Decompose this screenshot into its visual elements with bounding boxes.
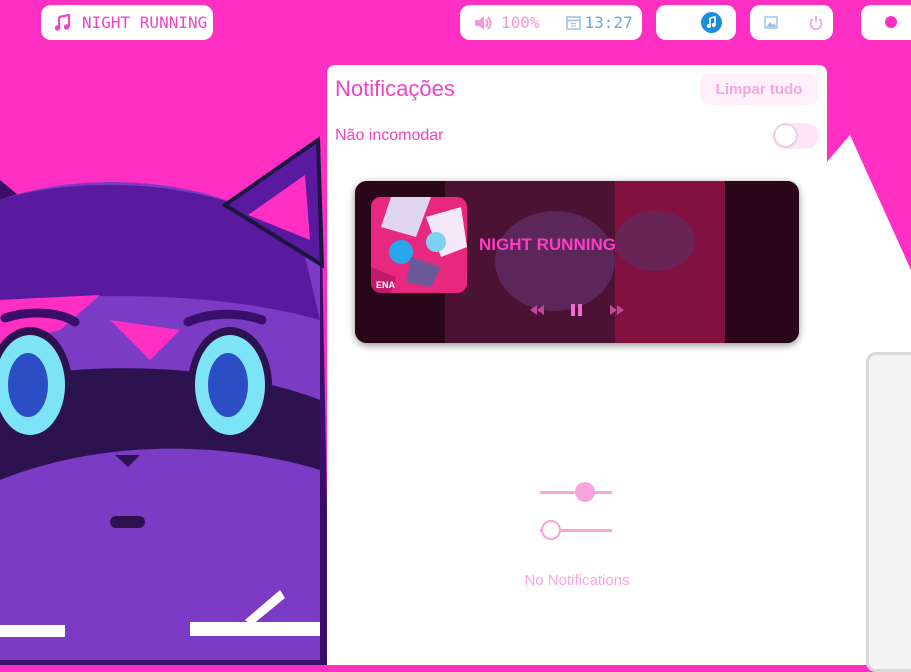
record-dot-icon [885,16,897,28]
record-pill[interactable] [861,5,911,40]
clock[interactable]: 13:27 [585,13,633,32]
actions-pill [750,5,833,40]
calendar-icon [565,15,581,30]
do-not-disturb-label: Não incomodar [335,127,444,144]
rewind-icon[interactable] [527,301,547,319]
volume-icon[interactable] [473,14,493,32]
status-pill: 100% 13:27 [460,5,642,40]
toggle-knob [775,125,796,146]
clear-all-button[interactable]: Limpar tudo [700,74,818,105]
empty-state-label: No Notifications [524,572,630,589]
slider-1-knob [574,482,595,502]
power-icon[interactable] [809,15,823,30]
track-title: NIGHT RUNNING [479,235,616,254]
media-player-card: ENA NIGHT RUNNING [355,181,799,343]
album-art: ENA [371,197,467,293]
slider-2-knob [540,520,561,540]
now-playing-label: NIGHT RUNNING [82,13,208,32]
music-app-icon[interactable] [701,12,722,33]
album-art-text: ENA [376,280,396,290]
do-not-disturb-toggle[interactable] [773,123,819,149]
notification-panel: Notificações Limpar tudo Não incomodar E… [327,65,827,665]
image-icon[interactable] [764,16,778,29]
empty-state-illustration [540,481,614,541]
panel-title: Notificações [335,76,455,101]
now-playing-pill[interactable]: NIGHT RUNNING [41,5,213,40]
fast-forward-icon[interactable] [607,301,627,319]
music-note-icon [53,13,71,32]
tray-pill [656,5,736,40]
side-card [866,352,911,672]
volume-level[interactable]: 100% [501,13,540,32]
pause-icon[interactable] [567,301,587,319]
